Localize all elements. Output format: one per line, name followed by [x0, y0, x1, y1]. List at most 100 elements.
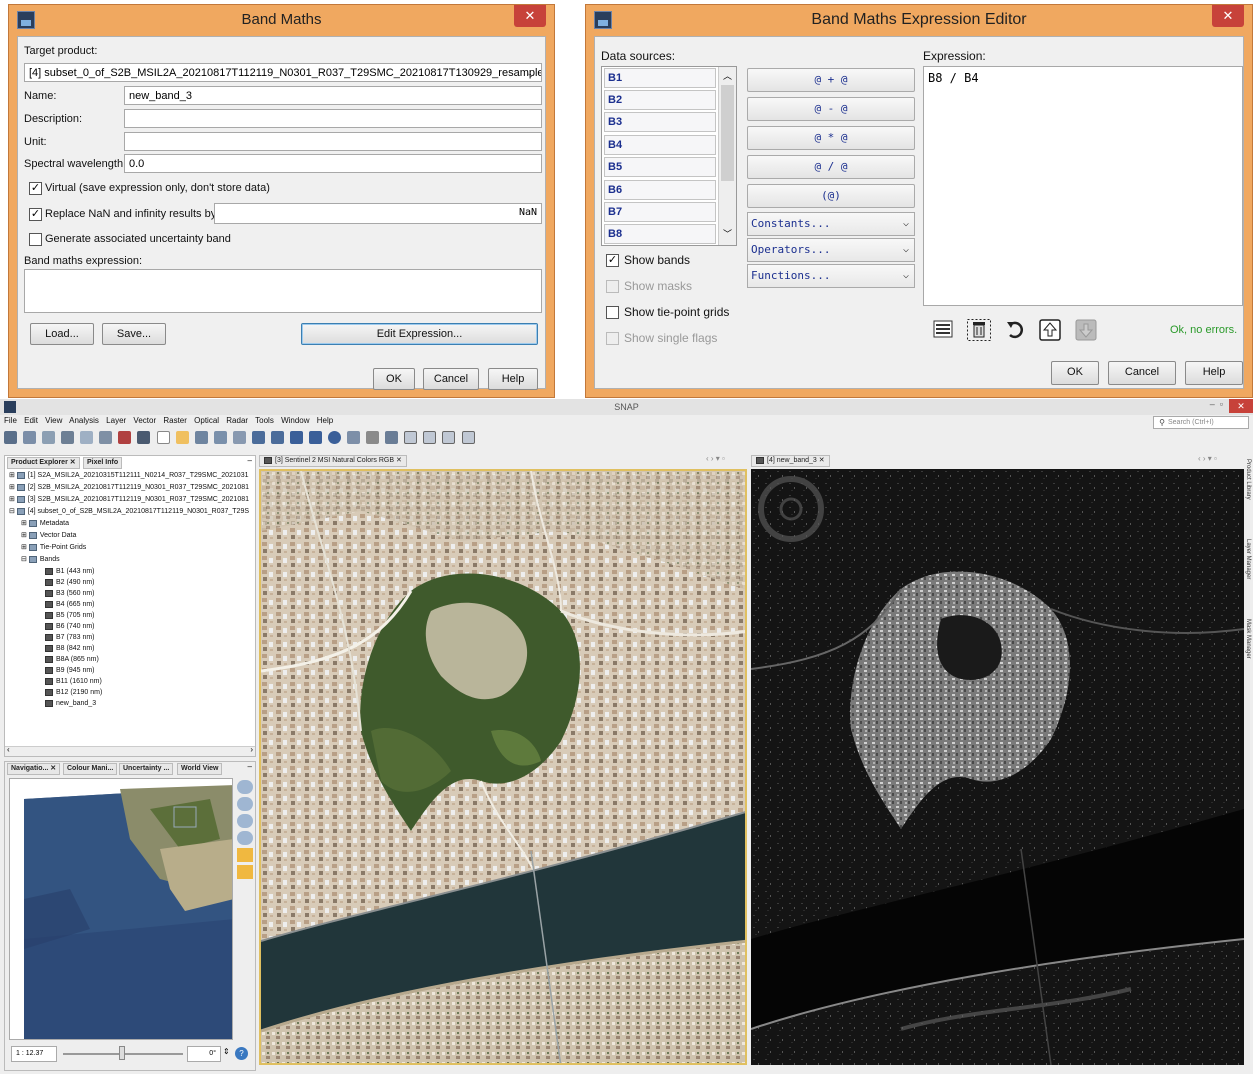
tile-horizontally-icon[interactable]: [423, 431, 437, 444]
band-node[interactable]: B7 (783 nm): [45, 632, 95, 643]
open-product-icon[interactable]: [4, 431, 17, 444]
band-node[interactable]: B8A (865 nm): [45, 654, 99, 665]
close-icon[interactable]: ✕: [1229, 399, 1253, 413]
band-node[interactable]: B2 (490 nm): [45, 577, 95, 588]
data-source-item[interactable]: B7: [604, 202, 716, 222]
data-source-item[interactable]: B8: [604, 224, 716, 244]
menu-optical[interactable]: Optical: [194, 416, 219, 425]
close-icon[interactable]: ✕: [514, 5, 546, 27]
filter-icon[interactable]: [61, 431, 75, 444]
data-source-item[interactable]: B2: [604, 90, 716, 110]
load-button[interactable]: Load...: [30, 323, 94, 345]
menu-view[interactable]: View: [45, 416, 62, 425]
data-sources-scrollbar[interactable]: ︿ ﹀: [718, 67, 736, 245]
select-all-icon[interactable]: [933, 319, 953, 339]
data-source-item[interactable]: B4: [604, 135, 716, 155]
virtual-checkbox[interactable]: ✓: [29, 182, 42, 195]
rectangle-tool-icon[interactable]: [289, 431, 303, 444]
scrollbar-thumb[interactable]: [721, 85, 734, 181]
pan-tool-icon[interactable]: [175, 431, 189, 444]
product-node[interactable]: ⊞ [3] S2B_MSIL2A_20210817T112119_N0301_R…: [9, 494, 249, 505]
menu-raster[interactable]: Raster: [163, 416, 187, 425]
rotation-spinner[interactable]: ⇕: [223, 1047, 230, 1056]
raster-icon[interactable]: [137, 431, 151, 444]
data-source-item[interactable]: B3: [604, 112, 716, 132]
sync-cursor-icon[interactable]: [237, 865, 253, 879]
expression-textarea[interactable]: B8 / B4: [923, 66, 1243, 306]
band-node[interactable]: B5 (705 nm): [45, 610, 95, 621]
zoom-in-icon[interactable]: [237, 780, 253, 794]
search-input[interactable]: Search (Ctrl+I): [1153, 416, 1249, 429]
close-icon[interactable]: ✕: [1212, 5, 1244, 27]
spectrum-icon[interactable]: [99, 431, 113, 444]
tree-group[interactable]: ⊞ Vector Data: [21, 530, 76, 541]
tree-group[interactable]: ⊞ Metadata: [21, 518, 69, 529]
add-operator-button[interactable]: @ + @: [747, 68, 915, 92]
functions-combo[interactable]: Functions... ⌵: [747, 264, 915, 288]
product-node[interactable]: ⊞ [1] S2A_MSIL2A_20210315T112111_N0214_R…: [9, 470, 248, 481]
tab-pixel-info[interactable]: Pixel Info: [83, 457, 123, 469]
cancel-button[interactable]: Cancel: [1108, 361, 1176, 385]
band-node[interactable]: B12 (2190 nm): [45, 687, 102, 698]
zoom-pixel-icon[interactable]: [237, 814, 253, 828]
replace-nan-value-field[interactable]: NaN: [214, 203, 542, 224]
show-bands-checkbox[interactable]: ✓: [606, 254, 619, 267]
sync-views-icon[interactable]: [237, 848, 253, 862]
trash-icon[interactable]: [967, 319, 991, 341]
horizontal-scrollbar[interactable]: ‹ ›: [5, 745, 255, 756]
tab-colour-manipulation[interactable]: Colour Mani...: [63, 763, 118, 775]
zoom-slider-thumb[interactable]: [119, 1046, 125, 1060]
product-node[interactable]: ⊞ [2] S2B_MSIL2A_20210817T112119_N0301_R…: [9, 482, 249, 493]
minimize-icon[interactable]: –: [248, 456, 252, 465]
menu-window[interactable]: Window: [281, 416, 309, 425]
scale-field[interactable]: 1 : 12.37: [11, 1046, 57, 1062]
minimize-icon[interactable]: –: [248, 762, 252, 771]
tile-single-icon[interactable]: [461, 431, 475, 444]
view-nav-controls[interactable]: ‹ › ▾ ▫: [1198, 454, 1217, 463]
rgb-image-view[interactable]: [259, 469, 747, 1065]
view-nav-controls[interactable]: ‹ › ▾ ▫: [706, 454, 725, 463]
select-tool-icon[interactable]: [156, 431, 170, 444]
pin-tool-icon[interactable]: [213, 431, 227, 444]
unit-field[interactable]: [124, 132, 542, 151]
histogram-icon[interactable]: [80, 431, 94, 444]
band-node[interactable]: B3 (560 nm): [45, 588, 95, 599]
tab-mask-manager[interactable]: Mask Manager: [1245, 619, 1251, 689]
band-node[interactable]: B6 (740 nm): [45, 621, 95, 632]
menu-vector[interactable]: Vector: [133, 416, 156, 425]
tab-product-explorer[interactable]: Product Explorer ✕: [7, 457, 80, 469]
ok-button[interactable]: OK: [1051, 361, 1099, 385]
history-back-icon[interactable]: [1039, 319, 1061, 341]
multiply-operator-button[interactable]: @ * @: [747, 126, 915, 150]
save-button[interactable]: Save...: [102, 323, 166, 345]
operators-combo[interactable]: Operators... ⌵: [747, 238, 915, 262]
editor-titlebar[interactable]: Band Maths Expression Editor: [586, 5, 1252, 35]
spectral-wavelength-field[interactable]: 0.0: [124, 154, 542, 173]
menu-edit[interactable]: Edit: [24, 416, 38, 425]
polyline-tool-icon[interactable]: [270, 431, 284, 444]
uncertainty-checkbox[interactable]: [29, 233, 42, 246]
zoom-tool-icon[interactable]: [194, 431, 208, 444]
band-maths-expression-area[interactable]: [24, 269, 542, 313]
tile-vertically-icon[interactable]: [442, 431, 456, 444]
ok-button[interactable]: OK: [373, 368, 415, 390]
subtract-operator-button[interactable]: @ - @: [747, 97, 915, 121]
line-tool-icon[interactable]: [251, 431, 265, 444]
tab-navigation[interactable]: Navigatio... ✕: [7, 763, 61, 775]
constants-combo[interactable]: Constants... ⌵: [747, 212, 915, 236]
product-node[interactable]: ⊟ [4] subset_0_of_S2B_MSIL2A_20210817T11…: [9, 506, 249, 517]
band-node[interactable]: B4 (665 nm): [45, 599, 95, 610]
band-node[interactable]: B1 (443 nm): [45, 566, 95, 577]
snap-titlebar[interactable]: SNAP: [0, 399, 1253, 415]
new-band-image-view[interactable]: [751, 469, 1244, 1065]
help-icon[interactable]: ?: [235, 1047, 248, 1060]
chevron-right-icon[interactable]: ›: [250, 745, 253, 754]
show-tiepoint-checkbox[interactable]: [606, 306, 619, 319]
help-button[interactable]: Help: [488, 368, 538, 390]
tab-new-band-view[interactable]: [4] new_band_3 ✕: [751, 455, 830, 467]
window-controls[interactable]: – ▫: [1210, 399, 1223, 409]
range-finder-icon[interactable]: [366, 431, 380, 444]
band-maths-titlebar[interactable]: Band Maths: [9, 5, 554, 35]
tree-group[interactable]: ⊟ Bands: [21, 554, 60, 565]
menu-radar[interactable]: Radar: [226, 416, 248, 425]
